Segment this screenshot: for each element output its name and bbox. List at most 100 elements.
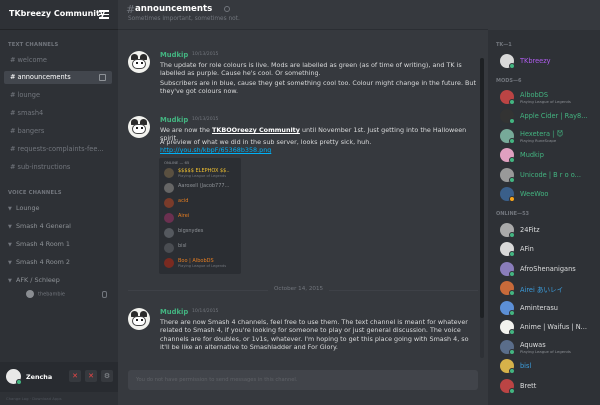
menu-icon[interactable] (99, 10, 109, 19)
status-icon (509, 231, 515, 238)
member-item[interactable]: Mudkip (496, 146, 600, 164)
member-name: Mudkip (520, 151, 544, 159)
member-item[interactable]: AlbobDS Playing League of Legends (496, 88, 600, 106)
avatar[interactable] (128, 51, 150, 73)
message-timestamp: 10/14/2015 (192, 309, 219, 314)
channel-announcements[interactable]: # announcements (4, 71, 112, 84)
member-item[interactable]: Apple Cider | Ray8... (496, 107, 600, 125)
status-icon (509, 196, 515, 202)
member-list: TK—1 TKbreezy MODS—6 AlbobDS Playing League … (488, 30, 600, 405)
member-item[interactable]: 24Fitz (496, 221, 600, 239)
member-name: Brett (520, 381, 537, 390)
message-input[interactable]: You do not have permission to send messa… (128, 370, 478, 390)
member-item[interactable]: WeeWoo (496, 185, 600, 203)
member-item[interactable]: AfroShenanigans (496, 260, 600, 278)
server-header[interactable]: TKbreezy Community (0, 0, 118, 30)
voice-channel-smash4-room2[interactable]: ▼ Smash 4 Room 2 (8, 257, 70, 268)
member-item[interactable]: Brett (496, 377, 600, 395)
avatar (26, 290, 34, 298)
status-icon (509, 368, 515, 374)
status-icon (509, 137, 515, 144)
voice-channel-afk[interactable]: ▼ AFK / Schleep (8, 275, 60, 286)
message-author[interactable]: Mudkip (160, 308, 188, 316)
message-author[interactable]: Mudkip (160, 116, 188, 124)
channel-sidebar: TKbreezy Community TEXT CHANNELS # welcom… (0, 0, 118, 405)
voice-channels-header[interactable]: VOICE CHANNELS (8, 190, 62, 196)
voice-channel-smash4-room1[interactable]: ▼ Smash 4 Room 1 (8, 239, 70, 250)
username: Zencha (26, 373, 53, 381)
member-item[interactable]: Anime | Waifus | N... (496, 318, 600, 336)
list-item: Airei (164, 211, 240, 225)
channel-topic: Sometimes important, sometimes not. (128, 16, 240, 22)
message-link[interactable]: TKBOOreezy Community (212, 126, 300, 134)
message-text: There are now Smash 4 channels, feel fre… (160, 318, 469, 351)
channel-settings-icon[interactable] (99, 74, 106, 81)
avatar[interactable] (128, 116, 150, 138)
message-input-placeholder: You do not have permission to send messa… (136, 377, 298, 383)
chat-header: # announcements Sometimes important, som… (118, 0, 488, 30)
image-embed[interactable]: ONLINE — 65 $$$$$ ELEPHOX $$.. Playing Le… (159, 158, 241, 274)
chevron-down-icon: ▼ (8, 242, 12, 248)
member-name: Apple Cider | Ray8... (520, 112, 588, 120)
deafen-icon[interactable]: ✕ (85, 370, 97, 382)
member-name: Hexetera | 😈 (520, 129, 564, 138)
text-channels-header[interactable]: TEXT CHANNELS (8, 42, 58, 48)
message-timestamp: 10/13/2015 (192, 117, 219, 122)
channel-bangers[interactable]: # bangers (4, 125, 112, 138)
member-item[interactable]: AFin (496, 240, 600, 258)
gear-icon[interactable]: ⚙ (101, 370, 113, 382)
message: Mudkip 10/14/2015 There are now Smash 4 … (128, 308, 473, 363)
member-group-header: TK—1 (496, 42, 512, 48)
message-timestamp: 10/13/2015 (192, 52, 219, 57)
avatar[interactable] (128, 308, 150, 330)
channel-title: announcements (135, 4, 213, 14)
avatar (164, 168, 174, 178)
member-name: AFin (520, 245, 534, 253)
mute-icon[interactable]: ✕ (69, 370, 81, 382)
chat-scrollbar[interactable] (480, 58, 484, 358)
member-item[interactable]: bisl (496, 357, 600, 375)
channel-welcome[interactable]: # welcome (4, 54, 112, 67)
member-group-header: ONLINE—53 (496, 210, 530, 217)
list-item: bigsnydes (164, 226, 240, 240)
server-name: TKbreezy Community (9, 9, 106, 18)
avatar (164, 228, 174, 238)
status-icon (509, 348, 515, 355)
member-item[interactable]: Unicode | B r o o... (496, 166, 600, 184)
status-icon (509, 157, 515, 163)
channel-requests[interactable]: # requests-complaints-fee... (4, 143, 112, 156)
member-item[interactable]: Aminterasu (496, 299, 600, 317)
user-panel: Zencha ✕ ✕ ⚙ (0, 362, 118, 392)
member-item[interactable]: Airei あいレイ (496, 279, 600, 297)
member-name: Aquwas (520, 340, 546, 349)
list-item: Aaroxell (Jacob777... (164, 181, 240, 195)
chevron-down-icon: ▼ (8, 260, 12, 266)
embed-header: ONLINE — 65 (164, 160, 190, 165)
status-icon (509, 98, 515, 105)
footer-links[interactable]: Change Log · Download Apps (6, 396, 62, 401)
channel-sub-instructions[interactable]: # sub-instructions (4, 161, 112, 174)
member-name: AlbobDS (520, 90, 549, 99)
member-item[interactable]: Aquwas Playing League of Legends (496, 338, 600, 356)
scrollbar-thumb[interactable] (480, 58, 484, 318)
status-icon (509, 309, 515, 316)
voice-user[interactable]: thebambie (26, 290, 65, 298)
member-item[interactable]: Hexetera | 😈 Playing RuneScape (496, 127, 600, 145)
avatar (164, 258, 174, 268)
member-item[interactable]: TKbreezy (496, 52, 600, 70)
member-name: Anime | Waifus | N... (520, 323, 587, 331)
chevron-down-icon: ▼ (8, 224, 12, 230)
channel-lounge[interactable]: # lounge (4, 89, 112, 102)
avatar (164, 183, 174, 193)
message-text: The update for role colours is live. Mod… (160, 61, 462, 78)
deafen-icon (102, 291, 107, 298)
member-game: Playing RuneScape (520, 137, 557, 143)
message-link[interactable]: http://you.sh/kbpF/65368b358.png (160, 146, 480, 154)
embed-user-game: Playing League of Legends (178, 264, 227, 268)
message-author[interactable]: Mudkip (160, 51, 188, 59)
voice-channel-lounge[interactable]: ▼ Lounge (8, 203, 39, 214)
channel-smash4[interactable]: # smash4 (4, 107, 112, 120)
search-icon[interactable] (224, 6, 230, 12)
voice-channel-smash4-general[interactable]: ▼ Smash 4 General (8, 221, 71, 232)
member-group-header: MODS—6 (496, 77, 522, 84)
